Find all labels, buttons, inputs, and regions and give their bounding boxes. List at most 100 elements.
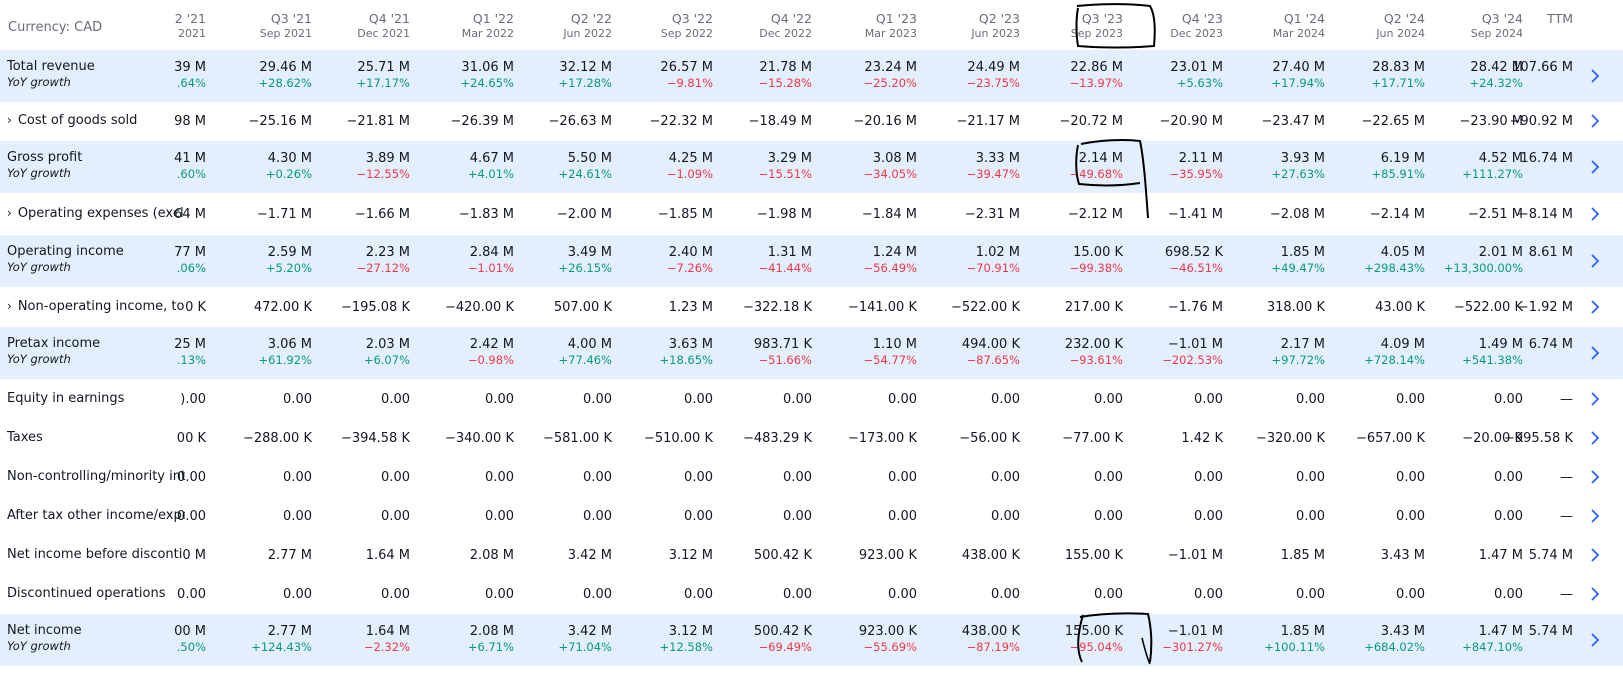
- column-quarter: Q3 '23: [1081, 11, 1123, 26]
- chevron-right-icon[interactable]: [1588, 114, 1602, 128]
- table-cell: 2.84 M −1.01%: [418, 244, 514, 276]
- chevron-right-icon[interactable]: [1588, 548, 1602, 562]
- table-header: Currency: CAD 2 '21 2021 Q3 '21 Sep 2021 Q4 …: [0, 0, 1623, 50]
- table-cell: 507.00 K: [516, 299, 612, 316]
- chevron-right-icon[interactable]: [1588, 392, 1602, 406]
- cell-growth: +97.72%: [1271, 353, 1326, 367]
- chevron-right-icon[interactable]: [1588, 587, 1602, 601]
- cell-value: 5.74 M: [1528, 548, 1573, 563]
- cell-value: 41 M: [174, 151, 206, 166]
- table-cell: 0.00: [314, 508, 410, 525]
- table-row[interactable]: › Non-operating income, tot 0 K 472.00 K −19…: [0, 288, 1623, 326]
- chevron-right-icon[interactable]: [1588, 69, 1602, 83]
- table-cell: 0 K: [110, 299, 206, 316]
- table-row[interactable]: › Cost of goods sold 98 M −25.16 M −21.81 M −…: [0, 102, 1623, 140]
- cell-value: 0.00: [283, 392, 312, 407]
- table-cell: 0.00: [1127, 469, 1223, 486]
- table-cell: 0.00: [1027, 508, 1123, 525]
- cell-value: 0.00: [283, 470, 312, 485]
- table-cell: −21.81 M: [314, 113, 410, 130]
- chevron-right-icon[interactable]: [1588, 633, 1602, 647]
- table-cell: 0.00: [716, 508, 812, 525]
- chevron-right-icon[interactable]: [1588, 431, 1602, 445]
- table-cell: 0.00: [617, 586, 713, 603]
- expand-chevron-icon[interactable]: ›: [7, 113, 12, 127]
- cell-value: −2.12 M: [1067, 207, 1123, 222]
- table-cell: 0.00: [617, 508, 713, 525]
- cell-value: 22.86 M: [1070, 60, 1123, 75]
- cell-value: 438.00 K: [961, 548, 1020, 563]
- column-date: Dec 2022: [759, 27, 812, 40]
- cell-value: 155.00 K: [1064, 624, 1123, 639]
- cell-growth: +24.32%: [1469, 76, 1524, 90]
- cell-value: 2.77 M: [267, 624, 312, 639]
- column-header: TTM: [1477, 11, 1573, 27]
- cell-value: −1.01 M: [1167, 337, 1223, 352]
- column-header: Q1 '24 Mar 2024: [1229, 11, 1325, 41]
- cell-value: 0.00: [684, 470, 713, 485]
- cell-value: 0.00: [1296, 587, 1325, 602]
- table-cell: —: [1477, 508, 1573, 525]
- table-cell: 1.64 M: [314, 547, 410, 564]
- chevron-right-icon[interactable]: [1588, 509, 1602, 523]
- cell-value: −1.92 M: [1517, 300, 1573, 315]
- cell-growth: +27.63%: [1271, 167, 1326, 181]
- column-quarter: Q4 '21: [368, 11, 410, 26]
- expand-chevron-icon[interactable]: ›: [7, 206, 12, 220]
- row-label-text: Total revenue: [7, 59, 95, 74]
- table-cell: 0.00: [1127, 586, 1223, 603]
- cell-value: 0.00: [888, 587, 917, 602]
- cell-value: −420.00 K: [444, 300, 514, 315]
- cell-value: −1.71 M: [256, 207, 312, 222]
- cell-growth: −54.77%: [863, 353, 918, 367]
- table-cell: 4.09 M +728.14%: [1329, 336, 1425, 368]
- cell-growth: −23.75%: [966, 76, 1021, 90]
- table-row[interactable]: › Operating expenses (excl. 64 M −1.71 M −1.…: [0, 194, 1623, 234]
- table-cell: 1.42 K: [1127, 430, 1223, 447]
- column-date: Sep 2023: [1070, 27, 1123, 40]
- cell-value: 3.33 M: [975, 151, 1020, 166]
- table-cell: 0.00: [216, 469, 312, 486]
- expand-chevron-icon[interactable]: ›: [7, 299, 12, 313]
- table-cell: 3.49 M +26.15%: [516, 244, 613, 276]
- cell-value: 0.00: [783, 509, 812, 524]
- cell-growth: −49.68%: [1069, 167, 1124, 181]
- column-header: Q1 '22 Mar 2022: [418, 11, 514, 41]
- table-cell: 0.00: [617, 391, 713, 408]
- cell-value: 2.14 M: [1078, 151, 1123, 166]
- cell-value: 1.31 M: [767, 245, 812, 260]
- chevron-right-icon[interactable]: [1588, 300, 1602, 314]
- cell-growth: −70.91%: [966, 261, 1021, 275]
- table-cell: 0.00: [216, 391, 312, 408]
- cell-value: 8.61 M: [1528, 245, 1573, 260]
- chevron-right-icon[interactable]: [1588, 470, 1602, 484]
- chevron-right-icon[interactable]: [1588, 160, 1602, 174]
- table-cell: 4.00 M +77.46%: [516, 336, 613, 368]
- column-header: Q4 '22 Dec 2022: [716, 11, 812, 41]
- column-header: Q1 '23 Mar 2023: [821, 11, 917, 41]
- cell-value: −18.49 M: [748, 114, 812, 129]
- table-cell: −26.39 M: [418, 113, 514, 130]
- cell-value: 0.00: [783, 392, 812, 407]
- table-row: After tax other income/expe 0.00 0.00 0.00 0…: [0, 497, 1623, 535]
- table-cell: 3.43 M: [1329, 547, 1425, 564]
- cell-growth: +100.11%: [1264, 640, 1325, 654]
- table-cell: −1.98 M: [716, 206, 812, 223]
- cell-value: 24.49 M: [967, 60, 1020, 75]
- table-cell: 2.17 M +97.72%: [1229, 336, 1326, 368]
- cell-value: 0.00: [177, 470, 206, 485]
- table-cell: 0.00: [1027, 586, 1123, 603]
- table-row: Pretax income YoY growth 25 M .13% 3.06 M +61…: [0, 327, 1623, 379]
- chevron-right-icon[interactable]: [1588, 254, 1602, 268]
- cell-value: 32.12 M: [559, 60, 612, 75]
- cell-value: −340.00 K: [444, 431, 514, 446]
- cell-value: 983.71 K: [753, 337, 812, 352]
- chevron-right-icon[interactable]: [1588, 207, 1602, 221]
- column-header: Q4 '23 Dec 2023: [1127, 11, 1223, 41]
- cell-growth: −15.28%: [758, 76, 813, 90]
- table-cell: 0.00: [1027, 391, 1123, 408]
- column-date: Sep 2024: [1470, 27, 1523, 40]
- cell-value: 3.93 M: [1280, 151, 1325, 166]
- chevron-right-icon[interactable]: [1588, 346, 1602, 360]
- table-cell: 0.00: [821, 508, 917, 525]
